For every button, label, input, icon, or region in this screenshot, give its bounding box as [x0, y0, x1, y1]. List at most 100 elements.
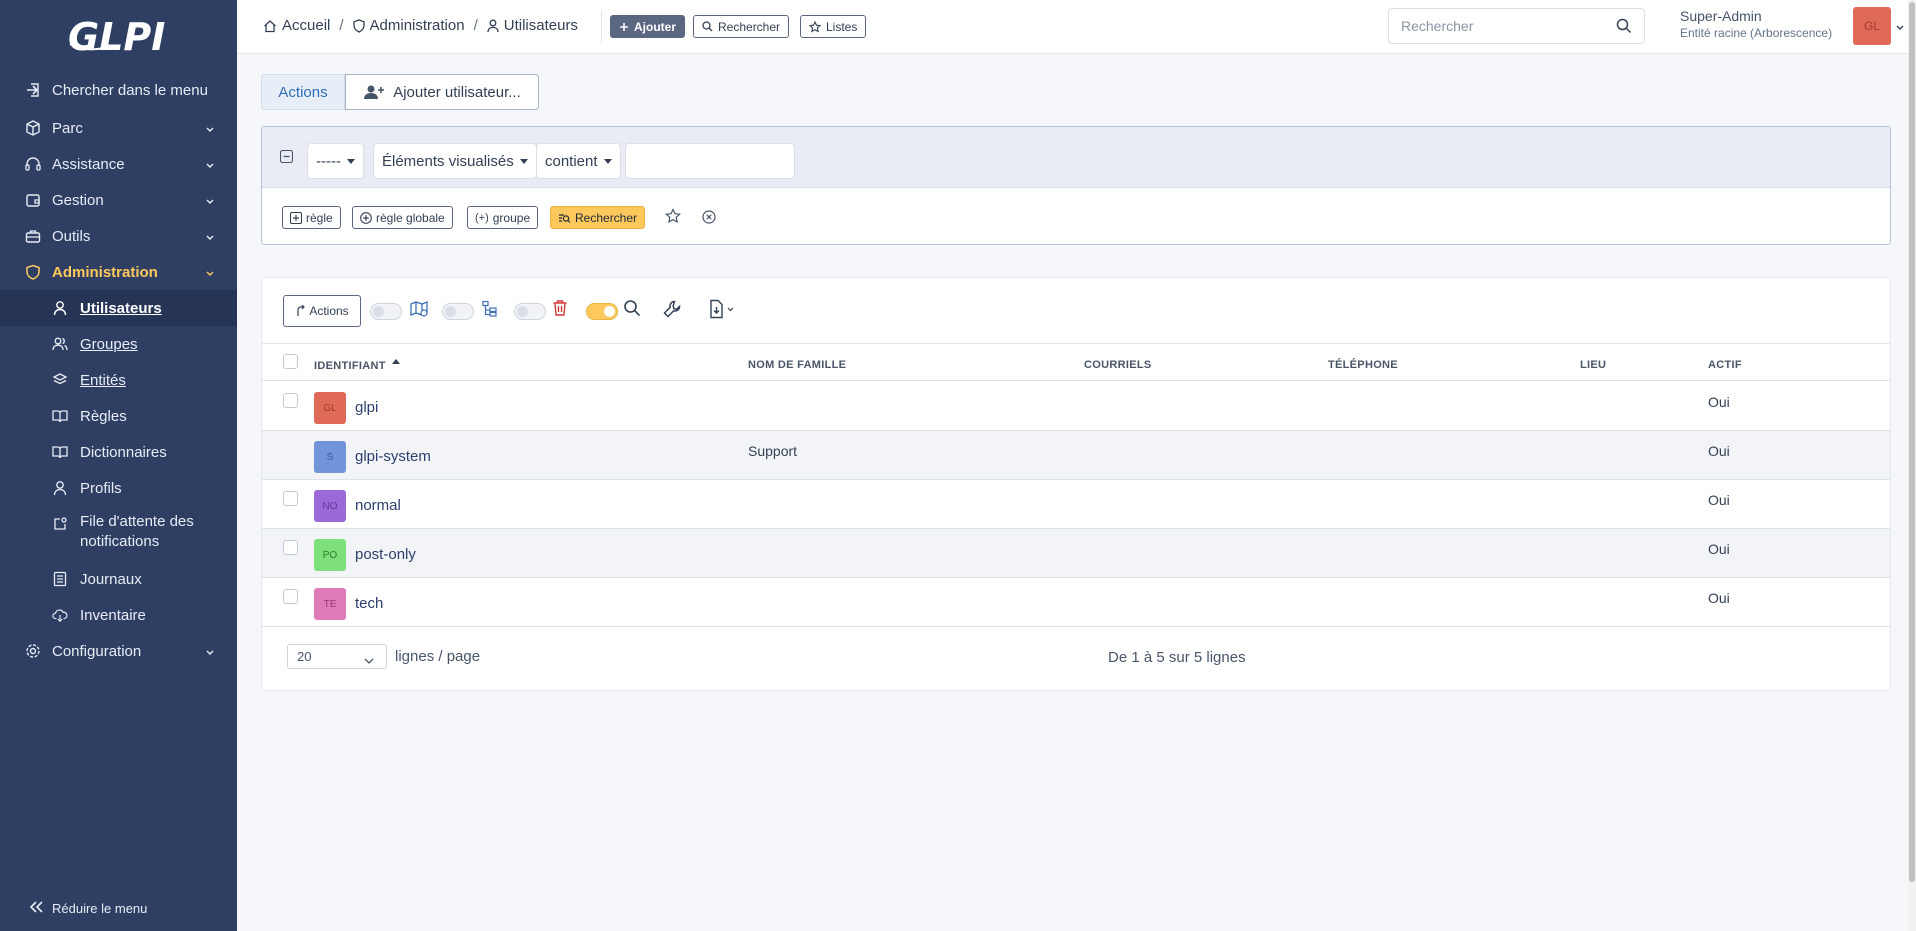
- top-header: Accueil / Administration / Utilisateurs …: [237, 0, 1916, 54]
- criteria-items-select[interactable]: Éléments visualisés: [373, 143, 537, 179]
- tab-actions[interactable]: Actions: [261, 74, 345, 110]
- sidebar: GLPI Chercher dans le menu Parc Assistan…: [0, 0, 237, 931]
- sidebar-item-entites[interactable]: Entités: [0, 362, 237, 398]
- sidebar-item-utilisateurs[interactable]: Utilisateurs: [0, 290, 237, 326]
- sidebar-item-groupes[interactable]: Groupes: [0, 326, 237, 362]
- page-scrollbar[interactable]: [1908, 0, 1916, 931]
- sidebar-item-profils[interactable]: Profils: [0, 470, 237, 506]
- chevron-down-icon: [205, 158, 215, 175]
- add-rule-button[interactable]: règle: [282, 206, 341, 229]
- criteria-field-select[interactable]: -----: [307, 143, 364, 179]
- star-icon[interactable]: [665, 208, 681, 224]
- map-toggle[interactable]: [370, 303, 402, 320]
- row-checkbox[interactable]: [283, 491, 298, 506]
- add-rule-label: règle: [306, 210, 333, 225]
- menu-configuration[interactable]: Configuration: [0, 633, 237, 669]
- results-panel: Actions IDENTIFIANT NOM DE FAMILLE COURR…: [261, 277, 1891, 691]
- map-pin-icon[interactable]: [409, 299, 429, 319]
- criteria-value-input[interactable]: [625, 143, 795, 179]
- row-checkbox[interactable]: [283, 393, 298, 408]
- lists-button[interactable]: Listes: [800, 15, 867, 38]
- scrollbar-thumb[interactable]: [1909, 2, 1915, 882]
- avatar[interactable]: GL: [1853, 7, 1891, 45]
- search-icon[interactable]: [623, 299, 641, 317]
- search-list-icon: [558, 212, 571, 224]
- user-login-link[interactable]: glpi: [355, 399, 378, 416]
- search-menu-icon: [24, 81, 42, 99]
- logs-icon: [52, 571, 68, 587]
- sidebar-item-regles[interactable]: Règles: [0, 398, 237, 434]
- user-login-link[interactable]: normal: [355, 497, 401, 514]
- breadcrumb-utilisateurs[interactable]: Utilisateurs: [504, 17, 578, 34]
- sitemap-icon[interactable]: [481, 300, 499, 318]
- sidebar-item-journaux[interactable]: Journaux: [0, 561, 237, 597]
- page-size-select[interactable]: 20: [287, 644, 387, 669]
- sort-ascending-icon: [391, 359, 400, 364]
- home-icon: [263, 19, 277, 33]
- row-checkbox[interactable]: [283, 589, 298, 604]
- breadcrumb: Accueil / Administration / Utilisateurs: [263, 17, 578, 34]
- search-icon: [702, 21, 713, 32]
- pager-info: De 1 à 5 sur 5 lignes: [1108, 649, 1246, 666]
- sidebar-item-inventaire[interactable]: Inventaire: [0, 597, 237, 633]
- export-icon[interactable]: [708, 299, 736, 319]
- criteria-search-button[interactable]: Rechercher: [550, 206, 646, 229]
- column-header-identifiant[interactable]: IDENTIFIANT: [314, 359, 400, 372]
- trash-toggle[interactable]: [514, 303, 546, 320]
- user-active: Oui: [1708, 541, 1730, 557]
- user-avatar: S: [314, 441, 346, 473]
- menu-gestion[interactable]: Gestion: [0, 182, 237, 218]
- column-header-courriels[interactable]: COURRIELS: [1084, 359, 1151, 371]
- collapse-icon[interactable]: [279, 149, 294, 167]
- menu-administration[interactable]: Administration: [0, 254, 237, 290]
- table-row: GL glpi Oui: [262, 382, 1890, 431]
- menu-assistance[interactable]: Assistance: [0, 146, 237, 182]
- table-row: NO normal Oui: [262, 480, 1890, 529]
- sidebar-item-dictionnaires[interactable]: Dictionnaires: [0, 434, 237, 470]
- svg-text:GLPI: GLPI: [68, 15, 165, 58]
- book-icon: [52, 408, 68, 424]
- notification-icon: [52, 516, 68, 532]
- global-search-input[interactable]: [1389, 9, 1599, 43]
- tree-toggle[interactable]: [442, 303, 474, 320]
- search-criteria-panel: ----- Éléments visualisés contient règle…: [261, 126, 1891, 245]
- trash-icon[interactable]: [552, 299, 568, 317]
- search-toggle[interactable]: [586, 303, 618, 320]
- menu-search[interactable]: Chercher dans le menu: [0, 72, 237, 108]
- column-header-actif[interactable]: ACTIF: [1708, 359, 1742, 371]
- sidebar-item-notifications-queue[interactable]: File d'attente des notifications: [0, 506, 237, 554]
- parenthesis-plus-icon: (+): [475, 211, 489, 224]
- user-name: Super-Admin: [1680, 8, 1762, 24]
- sidebar-item-label: Inventaire: [80, 606, 146, 624]
- menu-outils[interactable]: Outils: [0, 218, 237, 254]
- user-menu[interactable]: Super-Admin Entité racine (Arborescence): [1680, 8, 1832, 40]
- column-header-telephone[interactable]: TÉLÉPHONE: [1328, 359, 1398, 371]
- glpi-logo[interactable]: GLPI: [0, 0, 237, 72]
- breadcrumb-administration[interactable]: Administration: [370, 17, 465, 34]
- breadcrumb-home[interactable]: Accueil: [282, 17, 330, 34]
- add-user-button[interactable]: Ajouter utilisateur...: [345, 74, 539, 110]
- user-avatar: TE: [314, 588, 346, 620]
- user-login-link[interactable]: post-only: [355, 546, 416, 563]
- add-button[interactable]: Ajouter: [610, 15, 685, 38]
- select-all-checkbox[interactable]: [283, 354, 298, 369]
- search-icon[interactable]: [1616, 18, 1632, 38]
- caret-down-icon: [519, 158, 528, 164]
- add-global-rule-button[interactable]: règle globale: [352, 206, 453, 229]
- user-login-link[interactable]: glpi-system: [355, 448, 431, 465]
- add-group-button[interactable]: (+) groupe: [467, 206, 539, 229]
- wrench-icon[interactable]: [662, 299, 682, 319]
- chevron-down-icon[interactable]: [1895, 20, 1905, 37]
- reduce-menu-button[interactable]: Réduire le menu: [28, 898, 147, 919]
- massive-actions-button[interactable]: Actions: [283, 295, 361, 327]
- row-checkbox[interactable]: [283, 540, 298, 555]
- search-button[interactable]: Rechercher: [693, 15, 790, 38]
- criteria-items-value: Éléments visualisés: [382, 152, 514, 170]
- criteria-operator-select[interactable]: contient: [536, 143, 621, 179]
- column-header-lieu[interactable]: LIEU: [1580, 359, 1606, 371]
- reset-circle-icon[interactable]: [702, 210, 716, 224]
- criteria-search-label: Rechercher: [575, 210, 638, 225]
- menu-parc[interactable]: Parc: [0, 110, 237, 146]
- column-header-nom[interactable]: NOM DE FAMILLE: [748, 359, 846, 371]
- user-login-link[interactable]: tech: [355, 595, 383, 612]
